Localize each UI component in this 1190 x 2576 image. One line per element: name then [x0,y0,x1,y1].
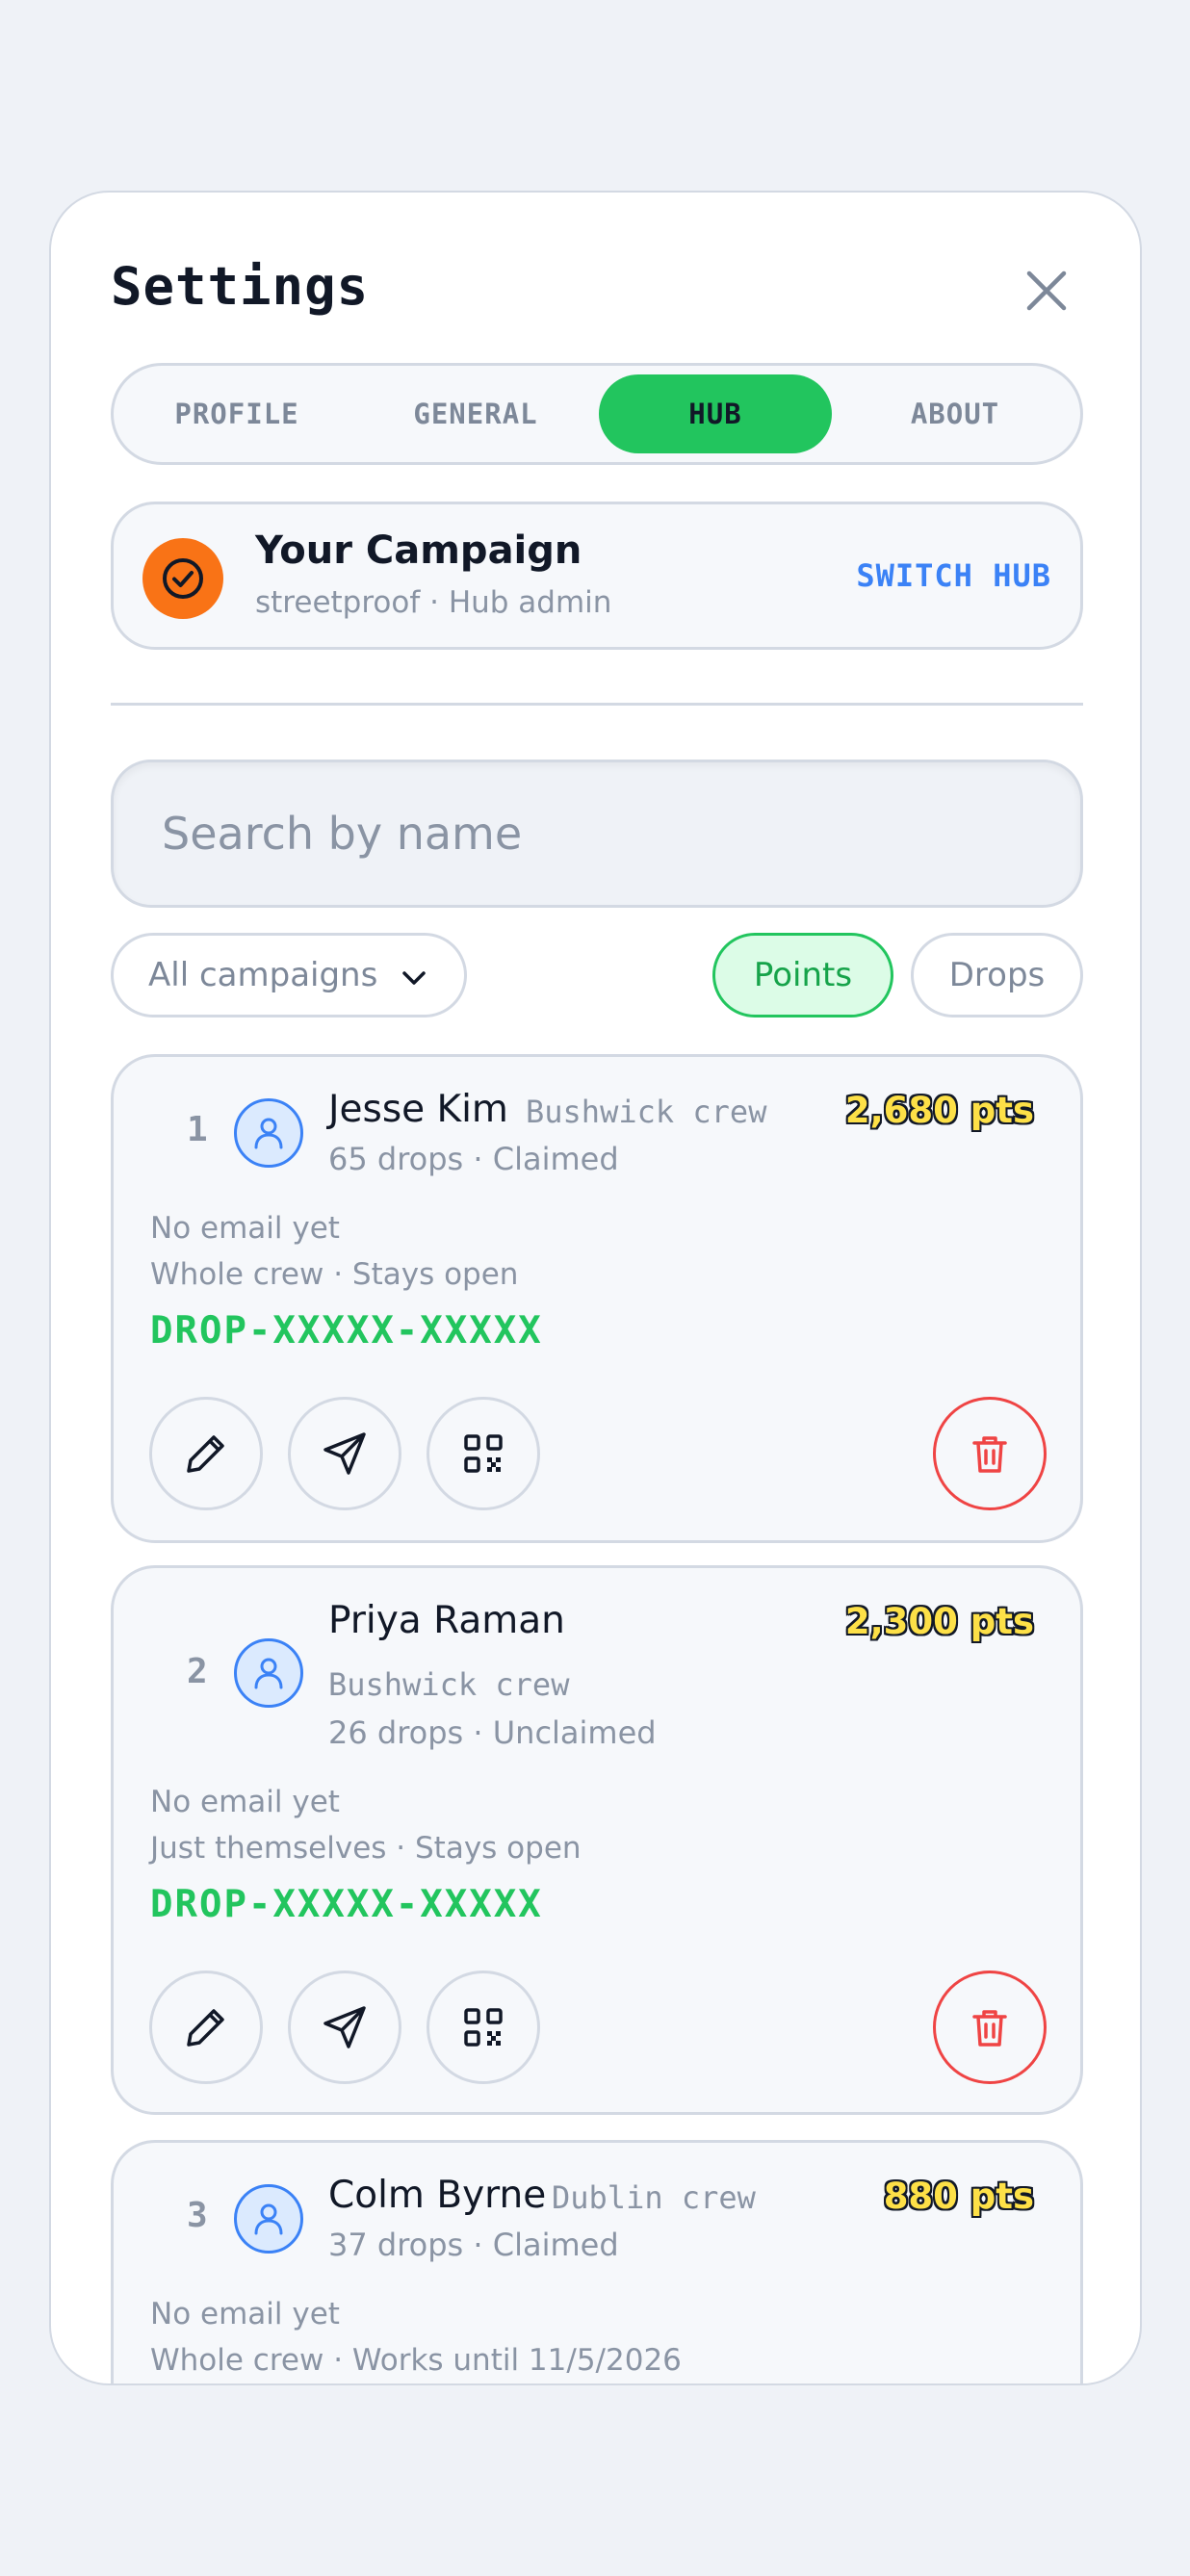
member-rank: 2 [187,1652,208,1691]
member-card: 3 Colm Byrne Dublin crew 37 drops · Clai… [111,2140,1083,2383]
member-points: 880 pts [883,2176,1034,2217]
trash-icon [972,2010,1007,2047]
settings-tabs: PROFILE GENERAL HUB ABOUT [111,363,1083,465]
tab-about[interactable]: ABOUT [839,374,1072,453]
hub-name: Your Campaign [255,528,582,573]
settings-modal: Settings PROFILE GENERAL HUB ABOUT Your … [49,191,1142,2385]
member-name: Priya Raman [328,1599,565,1642]
divider [111,703,1083,706]
member-crew: Bushwick crew [328,1666,570,1703]
hub-subtitle: streetproof · Hub admin [255,585,612,620]
search-input[interactable] [111,760,1083,908]
member-code: DROP-XXXXX-XXXXX [150,1309,543,1352]
pencil-icon [187,2009,224,2047]
campaign-dropdown[interactable]: All campaigns [111,933,467,1018]
member-points: 2,300 pts [844,1601,1034,1642]
delete-button[interactable] [933,1397,1047,1510]
member-crew: Dublin crew [552,2179,756,2216]
member-stats: 26 drops · Unclaimed [328,1714,657,1751]
settings-title: Settings [111,256,370,317]
delete-button[interactable] [933,1971,1047,2084]
tab-hub[interactable]: HUB [599,374,832,453]
member-name: Colm Byrne [328,2174,547,2217]
member-code: DROP-XXXXX-XXXXX [150,1883,543,1926]
sort-drops-button[interactable]: Drops [911,933,1083,1018]
member-card: 2 Priya Raman Bushwick crew 26 drops · U… [111,1565,1083,2115]
member-name: Jesse Kim [328,1088,508,1131]
qr-code-button[interactable] [427,1971,540,2084]
qr-code-icon [464,2008,503,2047]
member-rank: 1 [187,1110,208,1149]
member-card: 1 Jesse Kim Bushwick crew 65 drops · Cla… [111,1054,1083,1543]
member-scope: Just themselves · Stays open [150,1831,582,1866]
qr-code-button[interactable] [427,1397,540,1510]
member-email: No email yet [150,2297,340,2331]
member-scope: Whole crew · Stays open [150,1257,519,1292]
sort-points-button[interactable]: Points [712,933,893,1018]
send-icon [323,1432,366,1475]
pencil-icon [187,1435,224,1473]
edit-button[interactable] [149,1397,263,1510]
user-icon [234,2184,303,2254]
member-stats: 37 drops · Claimed [328,2227,619,2263]
check-circle-icon [142,538,223,619]
send-icon [323,2006,366,2048]
edit-button[interactable] [149,1971,263,2084]
trash-icon [972,1436,1007,1473]
member-rank: 3 [187,2196,208,2235]
member-scope: Whole crew · Works until 11/5/2026 [150,2343,682,2378]
hub-card: Your Campaign streetproof · Hub admin SW… [111,502,1083,650]
switch-hub-button[interactable]: SWITCH HUB [856,557,1051,594]
send-button[interactable] [288,1971,401,2084]
close-icon[interactable] [1023,268,1070,314]
campaign-dropdown-label: All campaigns [148,956,378,994]
tab-profile[interactable]: PROFILE [120,374,353,453]
user-icon [234,1638,303,1708]
send-button[interactable] [288,1397,401,1510]
user-icon [234,1098,303,1168]
member-email: No email yet [150,1785,340,1819]
tab-general[interactable]: GENERAL [359,374,592,453]
chevron-down-icon [399,963,429,1002]
member-email: No email yet [150,1211,340,1246]
qr-code-icon [464,1434,503,1473]
member-crew: Bushwick crew [526,1094,767,1130]
member-stats: 65 drops · Claimed [328,1141,619,1177]
member-points: 2,680 pts [844,1090,1034,1131]
